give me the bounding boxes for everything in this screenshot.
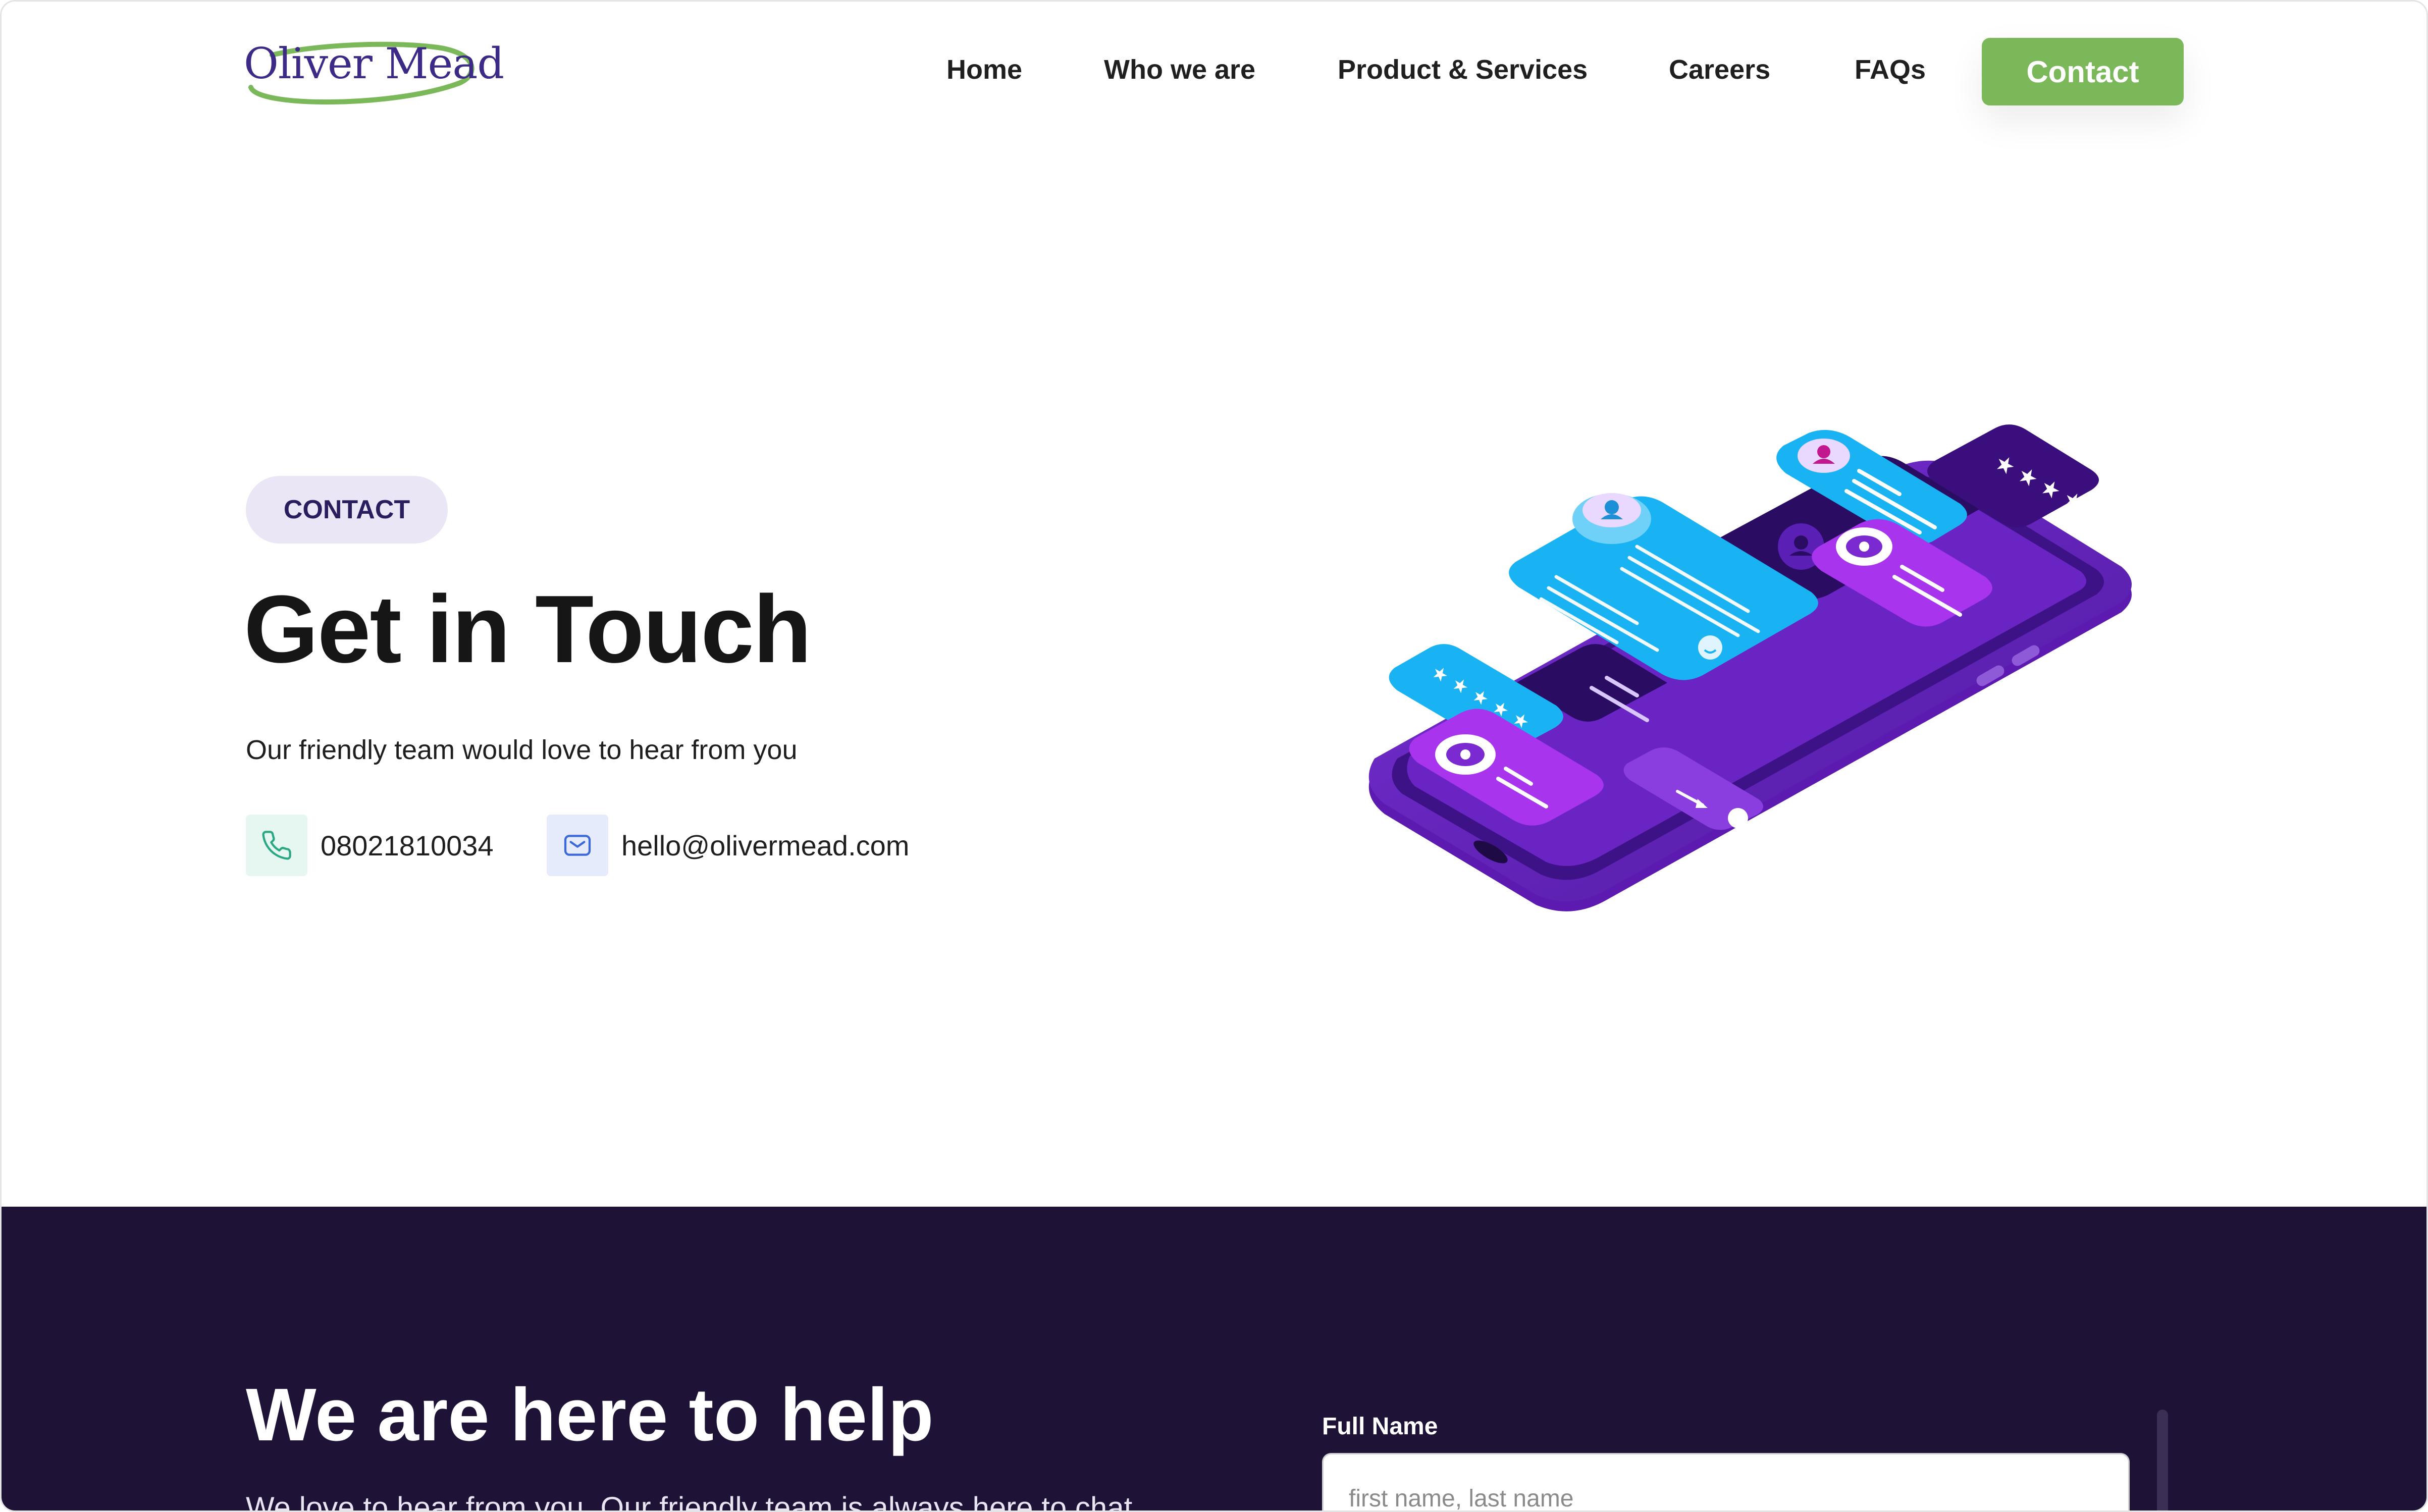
nav-faqs[interactable]: FAQs (1855, 54, 1926, 85)
phone-icon (246, 815, 307, 876)
logo-text: Oliver Mead (244, 39, 504, 88)
contact-badge: CONTACT (246, 476, 448, 544)
nav-home[interactable]: Home (946, 54, 1022, 85)
help-subtitle: We love to hear from you. Our friendly t… (246, 1491, 1141, 1512)
help-title: We are here to help (246, 1373, 934, 1456)
email-contact[interactable]: hello@olivermead.com (547, 814, 909, 877)
mail-icon (547, 815, 608, 876)
contact-button[interactable]: Contact (1982, 38, 2184, 105)
phone-number: 08021810034 (321, 829, 494, 861)
page-frame: Oliver Mead Home Who we are Product & Se… (0, 0, 2428, 1512)
page-title: Get in Touch (244, 576, 812, 683)
full-name-input[interactable] (1322, 1453, 2130, 1510)
nav-who-we-are[interactable]: Who we are (1104, 54, 1255, 85)
full-name-label: Full Name (1322, 1413, 1438, 1440)
scrollbar[interactable] (2157, 1410, 2168, 1510)
logo[interactable]: Oliver Mead (244, 37, 504, 107)
nav-product-services[interactable]: Product & Services (1338, 54, 1588, 85)
phone-contact[interactable]: 08021810034 (246, 814, 494, 877)
phone-chat-illustration: ★ ★ ★ ★ ★ ★ ★ ★ ★ (1368, 424, 2132, 911)
nav-careers[interactable]: Careers (1669, 54, 1770, 85)
hero-subtitle: Our friendly team would love to hear fro… (246, 735, 798, 765)
email-address: hello@olivermead.com (621, 829, 910, 861)
site-header: Oliver Mead Home Who we are Product & Se… (2, 2, 2426, 148)
